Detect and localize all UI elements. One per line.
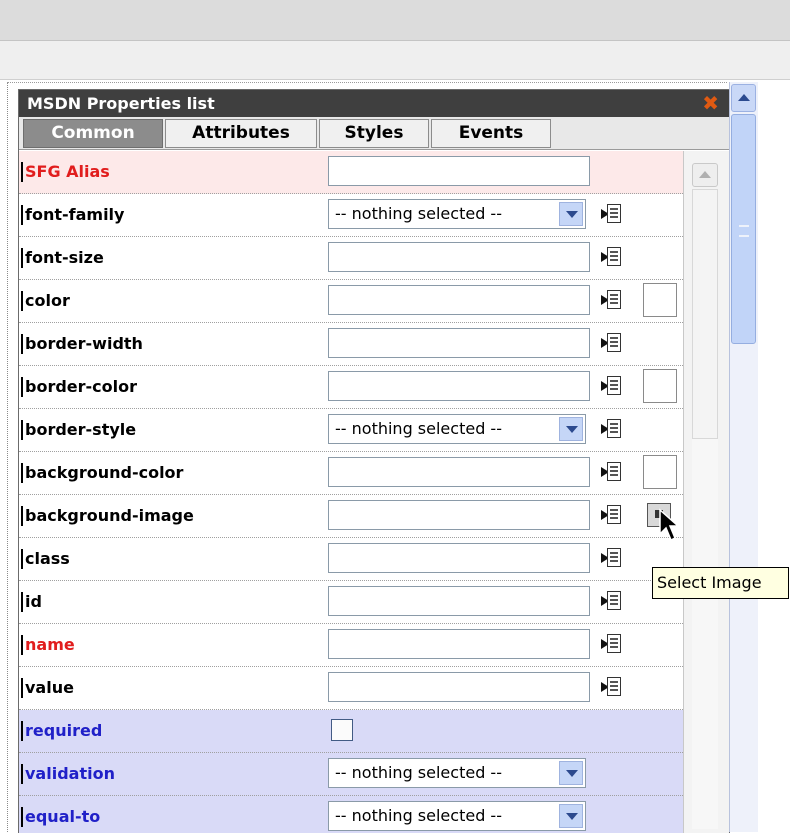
property-label: border-style [21, 420, 136, 440]
property-row: name [19, 624, 683, 667]
property-value-input[interactable] [328, 371, 590, 401]
secondary-toolbar [0, 41, 790, 80]
property-label: border-width [21, 334, 143, 354]
property-value-select[interactable]: -- nothing selected -- [328, 758, 586, 788]
insert-value-icon[interactable] [601, 676, 623, 698]
property-row: required [19, 710, 683, 753]
property-value-input[interactable] [328, 457, 590, 487]
panel-titlebar: MSDN Properties list ✖ [19, 90, 729, 117]
tab-events[interactable]: Events [431, 119, 551, 148]
page-scroll-thumb[interactable] [731, 114, 756, 344]
property-label: background-color [21, 463, 183, 483]
property-label: value [21, 678, 74, 698]
property-row: background-color [19, 452, 683, 495]
property-row: background-image [19, 495, 683, 538]
property-label: font-family [21, 205, 124, 225]
property-row: SFG Alias [19, 151, 683, 194]
property-label: border-color [21, 377, 137, 397]
chevron-down-icon[interactable] [559, 202, 583, 226]
insert-value-icon[interactable] [601, 332, 623, 354]
select-value: -- nothing selected -- [335, 419, 502, 438]
property-label: color [21, 291, 70, 311]
property-value-input[interactable] [328, 242, 590, 272]
chevron-down-icon[interactable] [559, 804, 583, 828]
property-label: background-image [21, 506, 194, 526]
insert-value-icon[interactable] [601, 633, 623, 655]
property-label: required [21, 721, 102, 741]
property-row: equal-to -- nothing selected -- [19, 796, 683, 833]
property-value-input[interactable] [328, 500, 590, 530]
property-row: font-family -- nothing selected -- [19, 194, 683, 237]
property-row: border-style -- nothing selected -- [19, 409, 683, 452]
property-row: font-size [19, 237, 683, 280]
property-value-input[interactable] [328, 285, 590, 315]
property-row: value [19, 667, 683, 710]
insert-value-icon[interactable] [601, 418, 623, 440]
color-picker-swatch[interactable] [643, 369, 677, 403]
property-row: validation -- nothing selected -- [19, 753, 683, 796]
property-row: class [19, 538, 683, 581]
insert-value-icon[interactable] [601, 289, 623, 311]
tab-bar: Common Attributes Styles Events [19, 117, 729, 150]
insert-value-icon[interactable] [601, 547, 623, 569]
insert-value-icon[interactable] [601, 375, 623, 397]
page-scroll-up-button[interactable] [731, 84, 756, 112]
properties-panel: MSDN Properties list ✖ Common Attributes… [18, 89, 730, 833]
chevron-down-icon[interactable] [559, 417, 583, 441]
property-value-input[interactable] [328, 629, 590, 659]
insert-value-icon[interactable] [601, 203, 623, 225]
property-value-input[interactable] [328, 586, 590, 616]
tooltip: Select Image [652, 567, 789, 599]
required-checkbox[interactable] [331, 719, 353, 741]
property-value-input[interactable] [328, 328, 590, 358]
tab-attributes[interactable]: Attributes [165, 119, 317, 148]
property-label: font-size [21, 248, 104, 268]
property-row: id [19, 581, 683, 624]
property-value-select[interactable]: -- nothing selected -- [328, 414, 586, 444]
design-guide-vertical [7, 82, 8, 832]
panel-title: MSDN Properties list [27, 94, 215, 113]
close-icon[interactable]: ✖ [702, 91, 719, 115]
property-label: equal-to [21, 807, 100, 827]
color-picker-swatch[interactable] [643, 283, 677, 317]
page-scrollbar[interactable] [729, 82, 758, 832]
property-value-input[interactable] [328, 156, 590, 186]
property-label: class [21, 549, 70, 569]
property-label: SFG Alias [21, 162, 110, 182]
design-guide-horizontal [7, 82, 727, 83]
select-value: -- nothing selected -- [335, 204, 502, 223]
select-value: -- nothing selected -- [335, 806, 502, 825]
property-list: SFG Alias font-family -- nothing selected … [19, 151, 683, 833]
insert-value-icon[interactable] [601, 590, 623, 612]
mouse-cursor-icon [659, 508, 680, 542]
property-label: id [21, 592, 42, 612]
list-scrollbar[interactable] [683, 151, 729, 833]
property-row: border-width [19, 323, 683, 366]
property-label: name [21, 635, 75, 655]
property-value-select[interactable]: -- nothing selected -- [328, 199, 586, 229]
select-value: -- nothing selected -- [335, 763, 502, 782]
property-value-input[interactable] [328, 672, 590, 702]
property-value-select[interactable]: -- nothing selected -- [328, 801, 586, 831]
property-row: color [19, 280, 683, 323]
scroll-thumb[interactable] [692, 189, 718, 439]
top-toolbar [0, 0, 790, 41]
insert-value-icon[interactable] [601, 504, 623, 526]
property-label: validation [21, 764, 115, 784]
tab-styles[interactable]: Styles [319, 119, 429, 148]
property-value-input[interactable] [328, 543, 590, 573]
insert-value-icon[interactable] [601, 461, 623, 483]
chevron-down-icon[interactable] [559, 761, 583, 785]
scroll-up-button[interactable] [692, 163, 718, 187]
insert-value-icon[interactable] [601, 246, 623, 268]
tab-common[interactable]: Common [23, 119, 163, 148]
color-picker-swatch[interactable] [643, 455, 677, 489]
property-row: border-color [19, 366, 683, 409]
